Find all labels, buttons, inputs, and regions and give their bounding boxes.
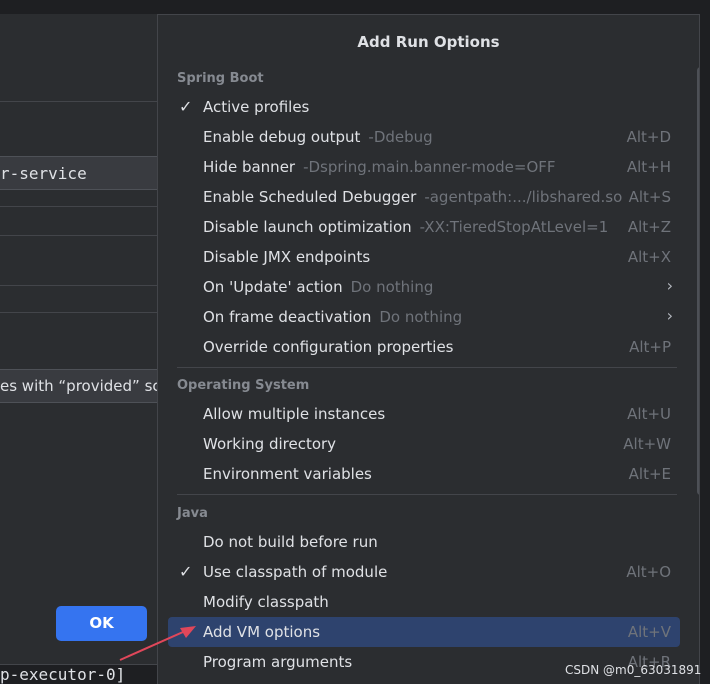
menu-item-shortcut: Alt+O <box>626 563 671 581</box>
menu-item-text: Do not build before run <box>203 533 378 551</box>
section-header-java: Java <box>177 506 208 521</box>
menu-item-hint: -Dspring.main.banner-mode=OFF <box>303 158 556 176</box>
menu-item-shortcut: Alt+D <box>626 128 671 146</box>
menu-item-text: Enable Scheduled Debugger <box>203 188 417 206</box>
divider <box>0 235 160 236</box>
menu-item-label: Environment variables <box>203 459 372 489</box>
menu-item-hint: Do nothing <box>350 278 434 296</box>
menu-item-label: Disable launch optimization -XX:TieredSto… <box>203 212 608 242</box>
menu-item-active-profiles[interactable]: ✓ Active profiles <box>168 92 680 122</box>
menu-item-shortcut: Alt+H <box>626 158 671 176</box>
menu-item-text: On 'Update' action <box>203 278 343 296</box>
add-run-options-popup: Add Run Options Spring Boot ✓ Active prof… <box>157 14 700 684</box>
menu-item-shortcut: Alt+U <box>627 405 671 423</box>
chevron-right-icon: › <box>666 306 673 325</box>
menu-item-override-configuration-properties[interactable]: Override configuration properties Alt+P <box>168 332 680 362</box>
menu-item-shortcut: Alt+W <box>623 435 671 453</box>
divider <box>0 206 160 207</box>
menu-item-on-update-action[interactable]: On 'Update' action Do nothing › <box>168 272 680 302</box>
menu-item-label: Add VM options <box>203 617 320 647</box>
menu-item-text: Disable JMX endpoints <box>203 248 371 266</box>
menu-item-text: Modify classpath <box>203 593 329 611</box>
checkmark-icon: ✓ <box>179 97 193 116</box>
menu-item-hide-banner[interactable]: Hide banner -Dspring.main.banner-mode=OFF… <box>168 152 680 182</box>
menu-item-label: On 'Update' action Do nothing <box>203 272 433 302</box>
menu-item-shortcut: Alt+V <box>627 623 671 641</box>
background-title-bar <box>0 0 710 14</box>
menu-item-text: On frame deactivation <box>203 308 372 326</box>
editor-edge <box>700 0 710 684</box>
menu-item-text: Program arguments <box>203 653 353 671</box>
divider <box>0 312 160 313</box>
section-separator <box>177 494 677 495</box>
menu-item-label: Hide banner -Dspring.main.banner-mode=OFF <box>203 152 556 182</box>
checkmark-icon: ✓ <box>179 562 193 581</box>
menu-item-label: Override configuration properties <box>203 332 453 362</box>
provided-scope-label: es with “provided” sco <box>0 377 158 395</box>
annotation-arrow <box>119 626 196 661</box>
divider <box>0 285 160 286</box>
menu-item-enable-debug-output[interactable]: Enable debug output -Ddebug Alt+D <box>168 122 680 152</box>
menu-item-do-not-build-before-run[interactable]: Do not build before run <box>168 527 680 557</box>
popup-title: Add Run Options <box>357 33 500 51</box>
menu-item-label: Disable JMX endpoints <box>203 242 370 272</box>
chevron-right-icon: › <box>666 276 673 295</box>
menu-item-shortcut: Alt+Z <box>627 218 671 236</box>
menu-item-shortcut: Alt+X <box>627 248 671 266</box>
menu-item-text: Environment variables <box>203 465 372 483</box>
menu-item-label: Enable debug output -Ddebug <box>203 122 433 152</box>
section-header-operating-system: Operating System <box>177 378 310 393</box>
menu-item-shortcut: Alt+S <box>628 188 671 206</box>
menu-item-shortcut: Alt+E <box>628 465 671 483</box>
menu-item-label: Allow multiple instances <box>203 399 385 429</box>
menu-item-modify-classpath[interactable]: Modify classpath <box>168 587 680 617</box>
menu-item-text: Hide banner <box>203 158 296 176</box>
menu-item-environment-variables[interactable]: Environment variables Alt+E <box>168 459 680 489</box>
menu-item-label: Enable Scheduled Debugger -agentpath:.../… <box>203 182 622 212</box>
menu-item-text: Allow multiple instances <box>203 405 386 423</box>
menu-item-text: Enable debug output <box>203 128 361 146</box>
menu-item-allow-multiple-instances[interactable]: Allow multiple instances Alt+U <box>168 399 680 429</box>
menu-item-text: Working directory <box>203 435 337 453</box>
menu-item-label: Modify classpath <box>203 587 329 617</box>
name-field-value: r-service <box>0 164 87 183</box>
menu-item-use-classpath-of-module[interactable]: ✓ Use classpath of module Alt+O <box>168 557 680 587</box>
menu-item-text: Add VM options <box>203 623 321 641</box>
menu-item-hint: Do nothing <box>379 308 463 326</box>
menu-item-disable-jmx-endpoints[interactable]: Disable JMX endpoints Alt+X <box>168 242 680 272</box>
menu-item-disable-launch-optimization[interactable]: Disable launch optimization -XX:TieredSto… <box>168 212 680 242</box>
menu-item-hint: -agentpath:.../libshared.so <box>424 188 623 206</box>
menu-item-label: Program arguments <box>203 647 352 677</box>
menu-item-hint: -XX:TieredStopAtLevel=1 <box>419 218 609 236</box>
menu-item-shortcut: Alt+P <box>629 338 671 356</box>
menu-item-working-directory[interactable]: Working directory Alt+W <box>168 429 680 459</box>
section-separator <box>177 367 677 368</box>
menu-item-on-frame-deactivation[interactable]: On frame deactivation Do nothing › <box>168 302 680 332</box>
menu-item-text: Use classpath of module <box>203 563 388 581</box>
menu-item-hint: -Ddebug <box>368 128 433 146</box>
menu-item-text: Active profiles <box>203 98 310 116</box>
menu-item-text: Disable launch optimization <box>203 218 412 236</box>
watermark: CSDN @m0_63031891 <box>565 663 702 677</box>
menu-item-label: Use classpath of module <box>203 557 387 587</box>
popup-scrollbar[interactable] <box>697 67 699 495</box>
menu-item-text: Override configuration properties <box>203 338 454 356</box>
section-header-spring-boot: Spring Boot <box>177 71 264 86</box>
menu-item-label: On frame deactivation Do nothing <box>203 302 462 332</box>
menu-item-label: Working directory <box>203 429 336 459</box>
menu-item-add-vm-options[interactable]: Add VM options Alt+V <box>168 617 680 647</box>
menu-item-enable-scheduled-debugger[interactable]: Enable Scheduled Debugger -agentpath:.../… <box>168 182 680 212</box>
divider <box>0 101 160 102</box>
menu-item-label: Do not build before run <box>203 527 378 557</box>
menu-item-label: Active profiles <box>203 92 309 122</box>
